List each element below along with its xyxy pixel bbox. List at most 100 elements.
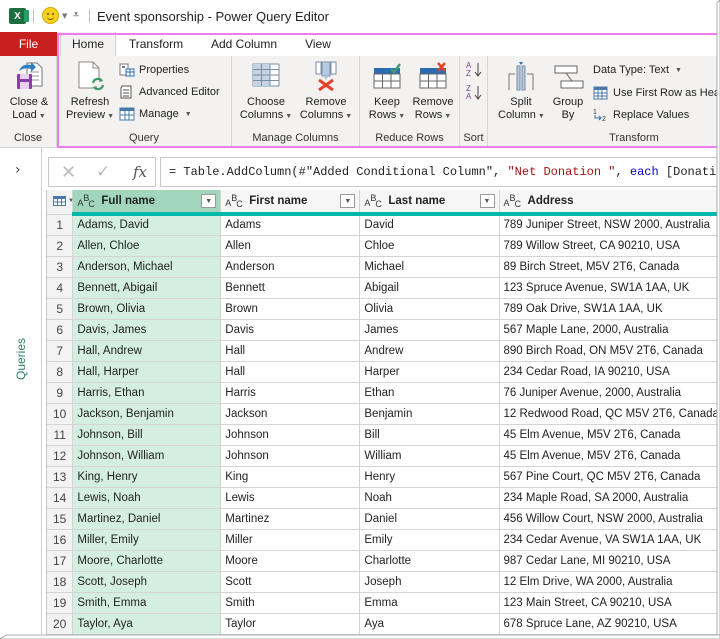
choose-columns-button[interactable]: Choose Columns ▼ [238, 60, 294, 123]
cell-address[interactable]: 12 Redwood Road, QC M5V 2T6, Canada [499, 403, 720, 425]
row-number[interactable]: 5 [47, 298, 74, 320]
cell-full-name[interactable]: Jackson, Benjamin [72, 403, 222, 425]
table-row[interactable]: 6 Davis, James Davis James 567 Maple Lane, 2… [47, 319, 720, 341]
table-row[interactable]: 10 Jackson, Benjamin Jackson Benjamin 12 Red… [47, 403, 720, 425]
cell-last-name[interactable]: Harper [359, 361, 500, 383]
cell-address[interactable]: 123 Spruce Avenue, SW1A 1AA, UK [499, 277, 720, 299]
cell-first-name[interactable]: Moore [220, 550, 361, 572]
row-number[interactable]: 14 [47, 487, 74, 509]
cell-first-name[interactable]: Johnson [220, 445, 361, 467]
cell-full-name[interactable]: Harris, Ethan [72, 382, 222, 404]
cell-first-name[interactable]: Davis [220, 319, 361, 341]
cell-full-name[interactable]: Brown, Olivia [72, 298, 222, 320]
row-number[interactable]: 13 [47, 466, 74, 488]
data-type-dropdown[interactable]: Data Type: Text ▼ [593, 64, 682, 76]
advanced-editor-button[interactable]: Advanced Editor [119, 85, 220, 99]
row-number[interactable]: 4 [47, 277, 74, 299]
text-type-icon[interactable]: ABC [77, 193, 95, 209]
cell-first-name[interactable]: Adams [220, 214, 361, 236]
row-number[interactable]: 17 [47, 550, 74, 572]
row-number[interactable]: 11 [47, 424, 74, 446]
chevron-right-icon[interactable]: › [15, 162, 21, 178]
cell-first-name[interactable]: Scott [220, 571, 361, 593]
cell-address[interactable]: 987 Cedar Lane, MI 90210, USA [499, 550, 720, 572]
cell-first-name[interactable]: Harris [220, 382, 361, 404]
replace-values-button[interactable]: 12 Replace Values [593, 108, 689, 123]
cell-first-name[interactable]: Hall [220, 361, 361, 383]
cell-address[interactable]: 45 Elm Avenue, M5V 2T6, Canada [499, 424, 720, 446]
row-number[interactable]: 2 [47, 235, 74, 257]
cell-full-name[interactable]: Scott, Joseph [72, 571, 222, 593]
row-number[interactable]: 3 [47, 256, 74, 278]
cell-first-name[interactable]: Miller [220, 529, 361, 551]
cell-first-name[interactable]: Hall [220, 340, 361, 362]
cell-first-name[interactable]: Anderson [220, 256, 361, 278]
tab-home[interactable]: Home [60, 32, 116, 56]
cell-last-name[interactable]: Noah [359, 487, 500, 509]
table-row[interactable]: 11 Johnson, Bill Johnson Bill 45 Elm Avenue,… [47, 424, 720, 446]
cell-full-name[interactable]: Martinez, Daniel [72, 508, 222, 530]
cell-full-name[interactable]: King, Henry [72, 466, 222, 488]
cell-address[interactable]: 76 Juniper Avenue, 2000, Australia [499, 382, 720, 404]
cell-first-name[interactable]: Johnson [220, 424, 361, 446]
cell-last-name[interactable]: Benjamin [359, 403, 500, 425]
cell-first-name[interactable]: Lewis [220, 487, 361, 509]
fx-icon[interactable]: fx [133, 163, 147, 181]
table-row[interactable]: 18 Scott, Joseph Scott Joseph 12 Elm Drive, … [47, 571, 720, 593]
row-number[interactable]: 18 [47, 571, 74, 593]
tab-transform[interactable]: Transform [118, 32, 194, 56]
cell-first-name[interactable]: Martinez [220, 508, 361, 530]
keep-rows-button[interactable]: Keep Rows ▼ [366, 60, 408, 123]
table-row[interactable]: 2 Allen, Chloe Allen Chloe 789 Willow Street… [47, 235, 720, 257]
cell-last-name[interactable]: Emily [359, 529, 500, 551]
cell-last-name[interactable]: Emma [359, 592, 500, 614]
cell-address[interactable]: 89 Birch Street, M5V 2T6, Canada [499, 256, 720, 278]
cell-address[interactable]: 567 Pine Court, QC M5V 2T6, Canada [499, 466, 720, 488]
cell-last-name[interactable]: Daniel [359, 508, 500, 530]
cell-first-name[interactable]: King [220, 466, 361, 488]
row-number[interactable]: 19 [47, 592, 74, 614]
row-number[interactable]: 10 [47, 403, 74, 425]
row-number[interactable]: 15 [47, 508, 74, 530]
cell-first-name[interactable]: Smith [220, 592, 361, 614]
formula-input[interactable]: = Table.AddColumn(#"Added Conditional Co… [160, 157, 720, 187]
tab-file[interactable]: File [0, 32, 57, 56]
cell-full-name[interactable]: Hall, Andrew [72, 340, 222, 362]
cell-address[interactable]: 567 Maple Lane, 2000, Australia [499, 319, 720, 341]
cell-full-name[interactable]: Adams, David [72, 214, 222, 236]
cell-last-name[interactable]: Olivia [359, 298, 500, 320]
column-header-first-name[interactable]: ABC First name ▼ [220, 190, 361, 216]
cell-last-name[interactable]: Bill [359, 424, 500, 446]
cell-last-name[interactable]: Joseph [359, 571, 500, 593]
table-row[interactable]: 14 Lewis, Noah Lewis Noah 234 Maple Road, SA… [47, 487, 720, 509]
refresh-preview-button[interactable]: Refresh Preview ▼ [65, 60, 115, 123]
row-number[interactable]: 6 [47, 319, 74, 341]
table-menu-button[interactable]: ▼ [47, 190, 74, 215]
chevron-down-icon[interactable]: ▼ [62, 12, 67, 20]
table-row[interactable]: 13 King, Henry King Henry 567 Pine Court, QC… [47, 466, 720, 488]
text-type-icon[interactable]: ABC [225, 193, 243, 209]
cell-first-name[interactable]: Brown [220, 298, 361, 320]
column-header-last-name[interactable]: ABC Last name ▼ [359, 190, 500, 216]
filter-dropdown-icon[interactable]: ▼ [479, 194, 495, 208]
table-row[interactable]: 9 Harris, Ethan Harris Ethan 76 Juniper Aven… [47, 382, 720, 404]
table-row[interactable]: 5 Brown, Olivia Brown Olivia 789 Oak Drive, … [47, 298, 720, 320]
table-row[interactable]: 7 Hall, Andrew Hall Andrew 890 Birch Road, O… [47, 340, 720, 362]
cell-address[interactable]: 890 Birch Road, ON M5V 2T6, Canada [499, 340, 720, 362]
cell-full-name[interactable]: Johnson, Bill [72, 424, 222, 446]
cell-address[interactable]: 456 Willow Court, NSW 2000, Australia [499, 508, 720, 530]
cell-last-name[interactable]: David [359, 214, 500, 236]
table-row[interactable]: 12 Johnson, William Johnson William 45 Elm A… [47, 445, 720, 467]
cell-last-name[interactable]: Charlotte [359, 550, 500, 572]
table-row[interactable]: 16 Miller, Emily Miller Emily 234 Cedar Aven… [47, 529, 720, 551]
cell-full-name[interactable]: Lewis, Noah [72, 487, 222, 509]
close-icon[interactable]: ✕ [61, 162, 76, 183]
remove-rows-button[interactable]: Remove Rows ▼ [410, 60, 456, 123]
customize-qat-icon[interactable]: ⩡ [73, 8, 79, 22]
filter-dropdown-icon[interactable]: ▼ [340, 194, 356, 208]
cell-address[interactable]: 789 Willow Street, CA 90210, USA [499, 235, 720, 257]
cell-last-name[interactable]: Chloe [359, 235, 500, 257]
text-type-icon[interactable]: ABC [364, 193, 382, 209]
row-number[interactable]: 9 [47, 382, 74, 404]
remove-columns-button[interactable]: Remove Columns ▼ [296, 60, 356, 123]
